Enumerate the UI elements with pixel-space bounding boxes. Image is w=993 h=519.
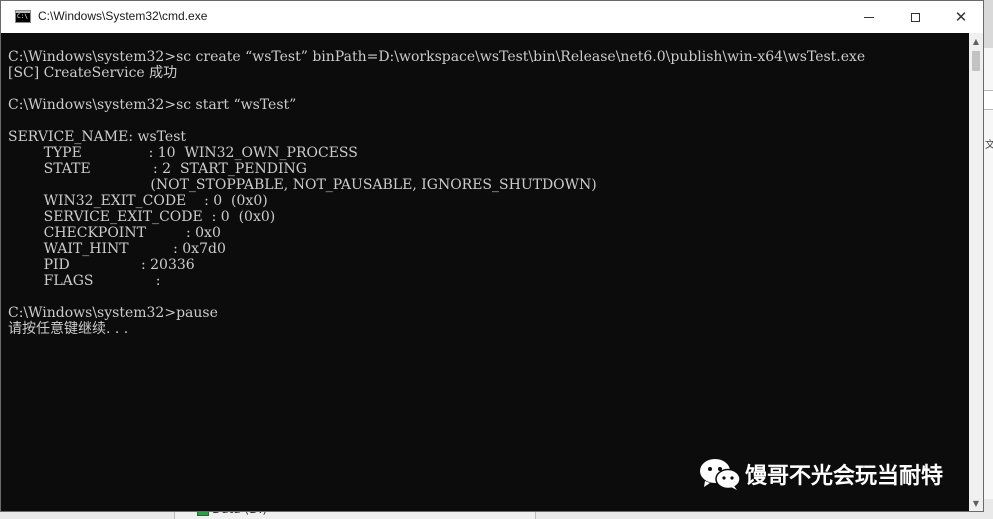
console-line: C:\Windows\system32>sc start “wsTest” [8,97,297,113]
console-line: CHECKPOINT : 0x0 [8,225,221,241]
maximize-button[interactable] [892,1,938,33]
minimize-button[interactable] [846,1,892,33]
watermark-text: 馒哥不光会玩当耐特 [745,464,944,489]
console-line: (NOT_STOPPABLE, NOT_PAUSABLE, IGNORES_SH… [8,177,597,193]
close-button[interactable]: ✕ [938,1,984,33]
window-title: C:\Windows\System32\cmd.exe [38,9,208,23]
close-icon: ✕ [954,7,968,26]
console-line: C:\Windows\system32>pause [8,305,218,321]
console-line: TYPE : 10 WIN32_OWN_PROCESS [8,145,358,161]
scroll-down-arrow-icon[interactable]: ▼ [969,495,983,511]
scroll-up-arrow-icon[interactable]: ▲ [969,33,983,49]
console-line: SERVICE_EXIT_CODE : 0 (0x0) [8,209,276,225]
minimize-icon [864,16,874,18]
title-bar[interactable]: C:\Windows\System32\cmd.exe ✕ [1,1,983,33]
console-line: C:\Windows\system32>sc create “wsTest” b… [8,49,866,65]
cmd-window: C:\Windows\System32\cmd.exe ✕ C:\Windows… [0,0,984,512]
console-line: 请按任意键继续. . . [8,321,129,337]
console-line: [SC] CreateService 成功 [8,65,178,81]
wechat-icon [699,457,741,491]
console-line: WAIT_HINT : 0x7d0 [8,241,226,257]
console-line: PID : 20336 [8,257,195,273]
vertical-scrollbar[interactable]: ▲ ▼ [969,33,983,511]
watermark: 馒哥不光会玩当耐特 [699,457,943,491]
console-line: STATE : 2 START_PENDING [8,161,307,177]
console-line: WIN32_EXIT_CODE : 0 (0x0) [8,193,268,209]
scroll-thumb[interactable] [972,51,980,71]
cmd-icon[interactable] [15,10,31,23]
background-side-text: 文 [985,140,993,151]
console-line: SERVICE_NAME: wsTest [8,129,187,145]
console-line: FLAGS : [8,273,161,289]
console-output[interactable]: C:\Windows\system32>sc create “wsTest” b… [1,33,969,511]
maximize-icon [910,12,920,22]
